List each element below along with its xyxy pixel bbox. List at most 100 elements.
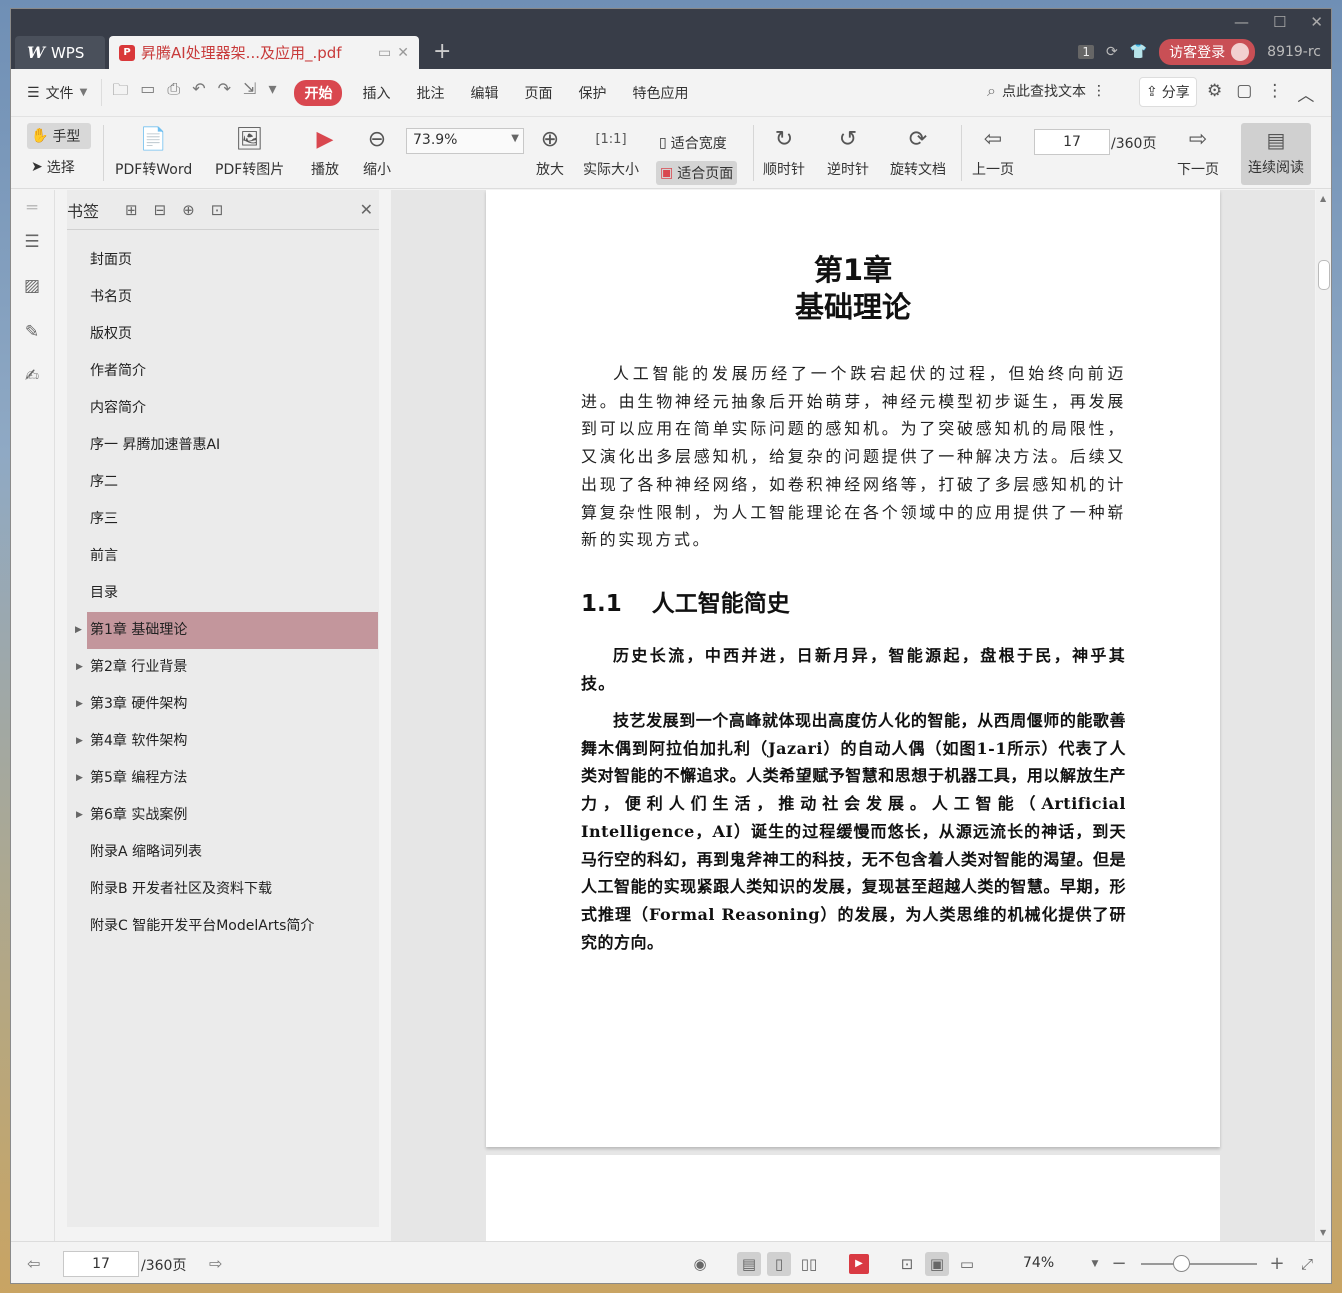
play-icon[interactable]: ▶ [849, 1254, 869, 1274]
thumbnail-image-icon[interactable]: ▨ [22, 276, 42, 296]
fullscreen-icon[interactable]: ⤢ [1295, 1252, 1319, 1276]
undo-icon[interactable]: ↶ [192, 79, 205, 106]
select-tool-button[interactable]: ➤ 选择 [31, 157, 75, 177]
pin-tab-icon[interactable]: ▭ [378, 45, 391, 61]
export-icon[interactable]: ⇲ [243, 79, 256, 106]
zoom-slider-track[interactable] [1141, 1263, 1257, 1265]
fit-page-small-icon[interactable]: ▣ [925, 1252, 949, 1276]
tab-edit[interactable]: 编辑 [470, 83, 498, 103]
status-page-input[interactable]: 17 [63, 1251, 139, 1277]
close-panel-icon[interactable]: ✕ [360, 200, 373, 219]
bookmark-item[interactable]: 前言 [67, 538, 379, 575]
tab-protect[interactable]: 保护 [578, 83, 606, 103]
rotate-ccw-button[interactable]: ↺ 逆时针 [827, 121, 869, 179]
pdf-to-word-button[interactable]: 📄 PDF转Word [115, 121, 192, 179]
document-view[interactable]: 第1章 基础理论 人工智能的发展历经了一个跌宕起伏的过程，但始终向前迈进。由生物… [391, 190, 1315, 1241]
two-page-icon[interactable]: ▯▯ [797, 1252, 821, 1276]
bookmark-item[interactable]: 内容简介 [67, 390, 379, 427]
bookmark-item[interactable]: 目录 [67, 575, 379, 612]
expand-arrow-icon[interactable]: ▶ [76, 797, 83, 834]
signature-icon[interactable]: ✍ [22, 366, 42, 386]
bookmark-item[interactable]: 序三 [67, 501, 379, 538]
zoom-minus-icon[interactable]: − [1107, 1252, 1131, 1276]
bookmark-settings-icon[interactable]: ⊡ [211, 201, 224, 219]
close-window-icon[interactable]: ✕ [1310, 13, 1323, 31]
eye-care-icon[interactable]: ◉ [688, 1252, 712, 1276]
single-page-icon[interactable]: ▯ [767, 1252, 791, 1276]
page-number-input[interactable]: 17 [1034, 129, 1110, 155]
tab-annotate[interactable]: 批注 [416, 83, 444, 103]
bookmark-item[interactable]: 版权页 [67, 316, 379, 353]
rotate-cw-button[interactable]: ↻ 顺时针 [763, 121, 805, 179]
expand-arrow-icon[interactable]: ▶ [76, 649, 83, 686]
close-tab-icon[interactable]: ✕ [397, 45, 409, 61]
prev-page-button[interactable]: ⇦ 上一页 [972, 121, 1014, 179]
share-button[interactable]: ⇪ 分享 [1139, 77, 1197, 107]
save-icon[interactable]: ▭ [140, 79, 155, 106]
zoom-slider-knob[interactable] [1173, 1255, 1190, 1272]
zoom-in-button[interactable]: ⊕ 放大 [536, 121, 564, 179]
collapse-all-icon[interactable]: ⊟ [154, 201, 167, 219]
file-menu[interactable]: ☰ 文件 ▼ [27, 83, 87, 103]
tab-page[interactable]: 页面 [524, 83, 552, 103]
skin-icon[interactable]: 👕 [1130, 44, 1147, 60]
open-folder-icon[interactable]: 🗀 [112, 79, 128, 106]
tab-special[interactable]: 特色应用 [632, 83, 688, 103]
fit-width-button[interactable]: ▯ 适合宽度 [659, 133, 727, 153]
print-icon[interactable]: ⎙ [167, 79, 180, 106]
window-count-badge[interactable]: 1 [1078, 45, 1094, 59]
maximize-icon[interactable]: ☐ [1273, 13, 1286, 31]
actual-size-button[interactable]: [1:1] 实际大小 [583, 121, 639, 179]
next-page-button[interactable]: ⇨ 下一页 [1177, 121, 1219, 179]
bookmark-item[interactable]: 序一 昇腾加速普惠AI [67, 427, 379, 464]
annotation-icon[interactable]: ✎ [22, 322, 42, 342]
zoom-select[interactable]: 73.9% ▼ [406, 128, 524, 154]
scroll-down-icon[interactable]: ▼ [1320, 1228, 1326, 1237]
play-button[interactable]: ▶ 播放 [311, 121, 339, 179]
fit-page-button[interactable]: ▣ 适合页面 [656, 161, 738, 185]
expand-arrow-icon[interactable]: ▶ [76, 686, 83, 723]
rotate-document-button[interactable]: ⟳ 旋转文档 [890, 121, 946, 179]
bookmark-item[interactable]: 书名页 [67, 279, 379, 316]
cloud-sync-icon[interactable]: ⟳ [1106, 44, 1118, 60]
minimize-icon[interactable]: — [1234, 13, 1249, 31]
bookmark-item[interactable]: ▶ 第3章 硬件架构 [67, 686, 379, 723]
zoom-dropdown-icon[interactable]: ▼ [1083, 1252, 1107, 1276]
new-tab-icon[interactable]: + [433, 39, 451, 64]
bookmark-item[interactable]: ▶ 第6章 实战案例 [67, 797, 379, 834]
expand-arrow-icon[interactable]: ▶ [75, 612, 82, 649]
guest-login-button[interactable]: 访客登录 [1159, 39, 1256, 65]
expand-arrow-icon[interactable]: ▶ [76, 760, 83, 797]
settings-gear-icon[interactable]: ⚙ [1207, 81, 1222, 106]
comment-icon[interactable]: ▢ [1236, 81, 1252, 106]
add-bookmark-icon[interactable]: ⊕ [182, 201, 195, 219]
drag-handle-icon[interactable]: ═ [22, 198, 42, 218]
wps-home-tab[interactable]: W WPS [15, 36, 105, 69]
expand-all-icon[interactable]: ⊞ [125, 201, 138, 219]
continuous-view-icon[interactable]: ▤ [737, 1252, 761, 1276]
scroll-up-icon[interactable]: ▲ [1320, 194, 1326, 203]
bookmark-item[interactable]: 封面页 [67, 242, 379, 279]
more-quick-icon[interactable]: ▾ [268, 79, 276, 106]
more-options-icon[interactable]: ⋮ [1266, 81, 1283, 106]
find-text-search[interactable]: ⌕ 点此查找文本 ⋮ [987, 81, 1106, 101]
bookmark-item[interactable]: 附录B 开发者社区及资料下载 [67, 871, 379, 908]
bookmark-item[interactable]: 附录A 缩略词列表 [67, 834, 379, 871]
actual-size-small-icon[interactable]: ⊡ [895, 1252, 919, 1276]
expand-arrow-icon[interactable]: ▶ [76, 723, 83, 760]
bookmark-item[interactable]: ▶ 第5章 编程方法 [67, 760, 379, 797]
zoom-plus-icon[interactable]: + [1265, 1252, 1289, 1276]
bookmark-item[interactable]: 序二 [67, 464, 379, 501]
pdf-to-image-button[interactable]: 🖼 PDF转图片 [215, 121, 284, 179]
tab-start[interactable]: 开始 [294, 79, 343, 106]
more-vert-icon[interactable]: ⋮ [1092, 83, 1106, 99]
fit-width-small-icon[interactable]: ▭ [955, 1252, 979, 1276]
hand-tool-button[interactable]: ✋ 手型 [27, 123, 91, 149]
continuous-reading-button[interactable]: ▤ 连续阅读 [1241, 123, 1311, 185]
document-tab[interactable]: P 昇腾AI处理器架...及应用_.pdf ▭ ✕ [109, 36, 419, 69]
redo-icon[interactable]: ↷ [218, 79, 231, 106]
collapse-ribbon-icon[interactable]: ︿ [1297, 81, 1314, 106]
bookmark-item[interactable]: 附录C 智能开发平台ModelArts简介 [67, 908, 379, 945]
status-prev-page-icon[interactable]: ⇦ [27, 1254, 40, 1273]
status-next-page-icon[interactable]: ⇨ [209, 1254, 222, 1273]
